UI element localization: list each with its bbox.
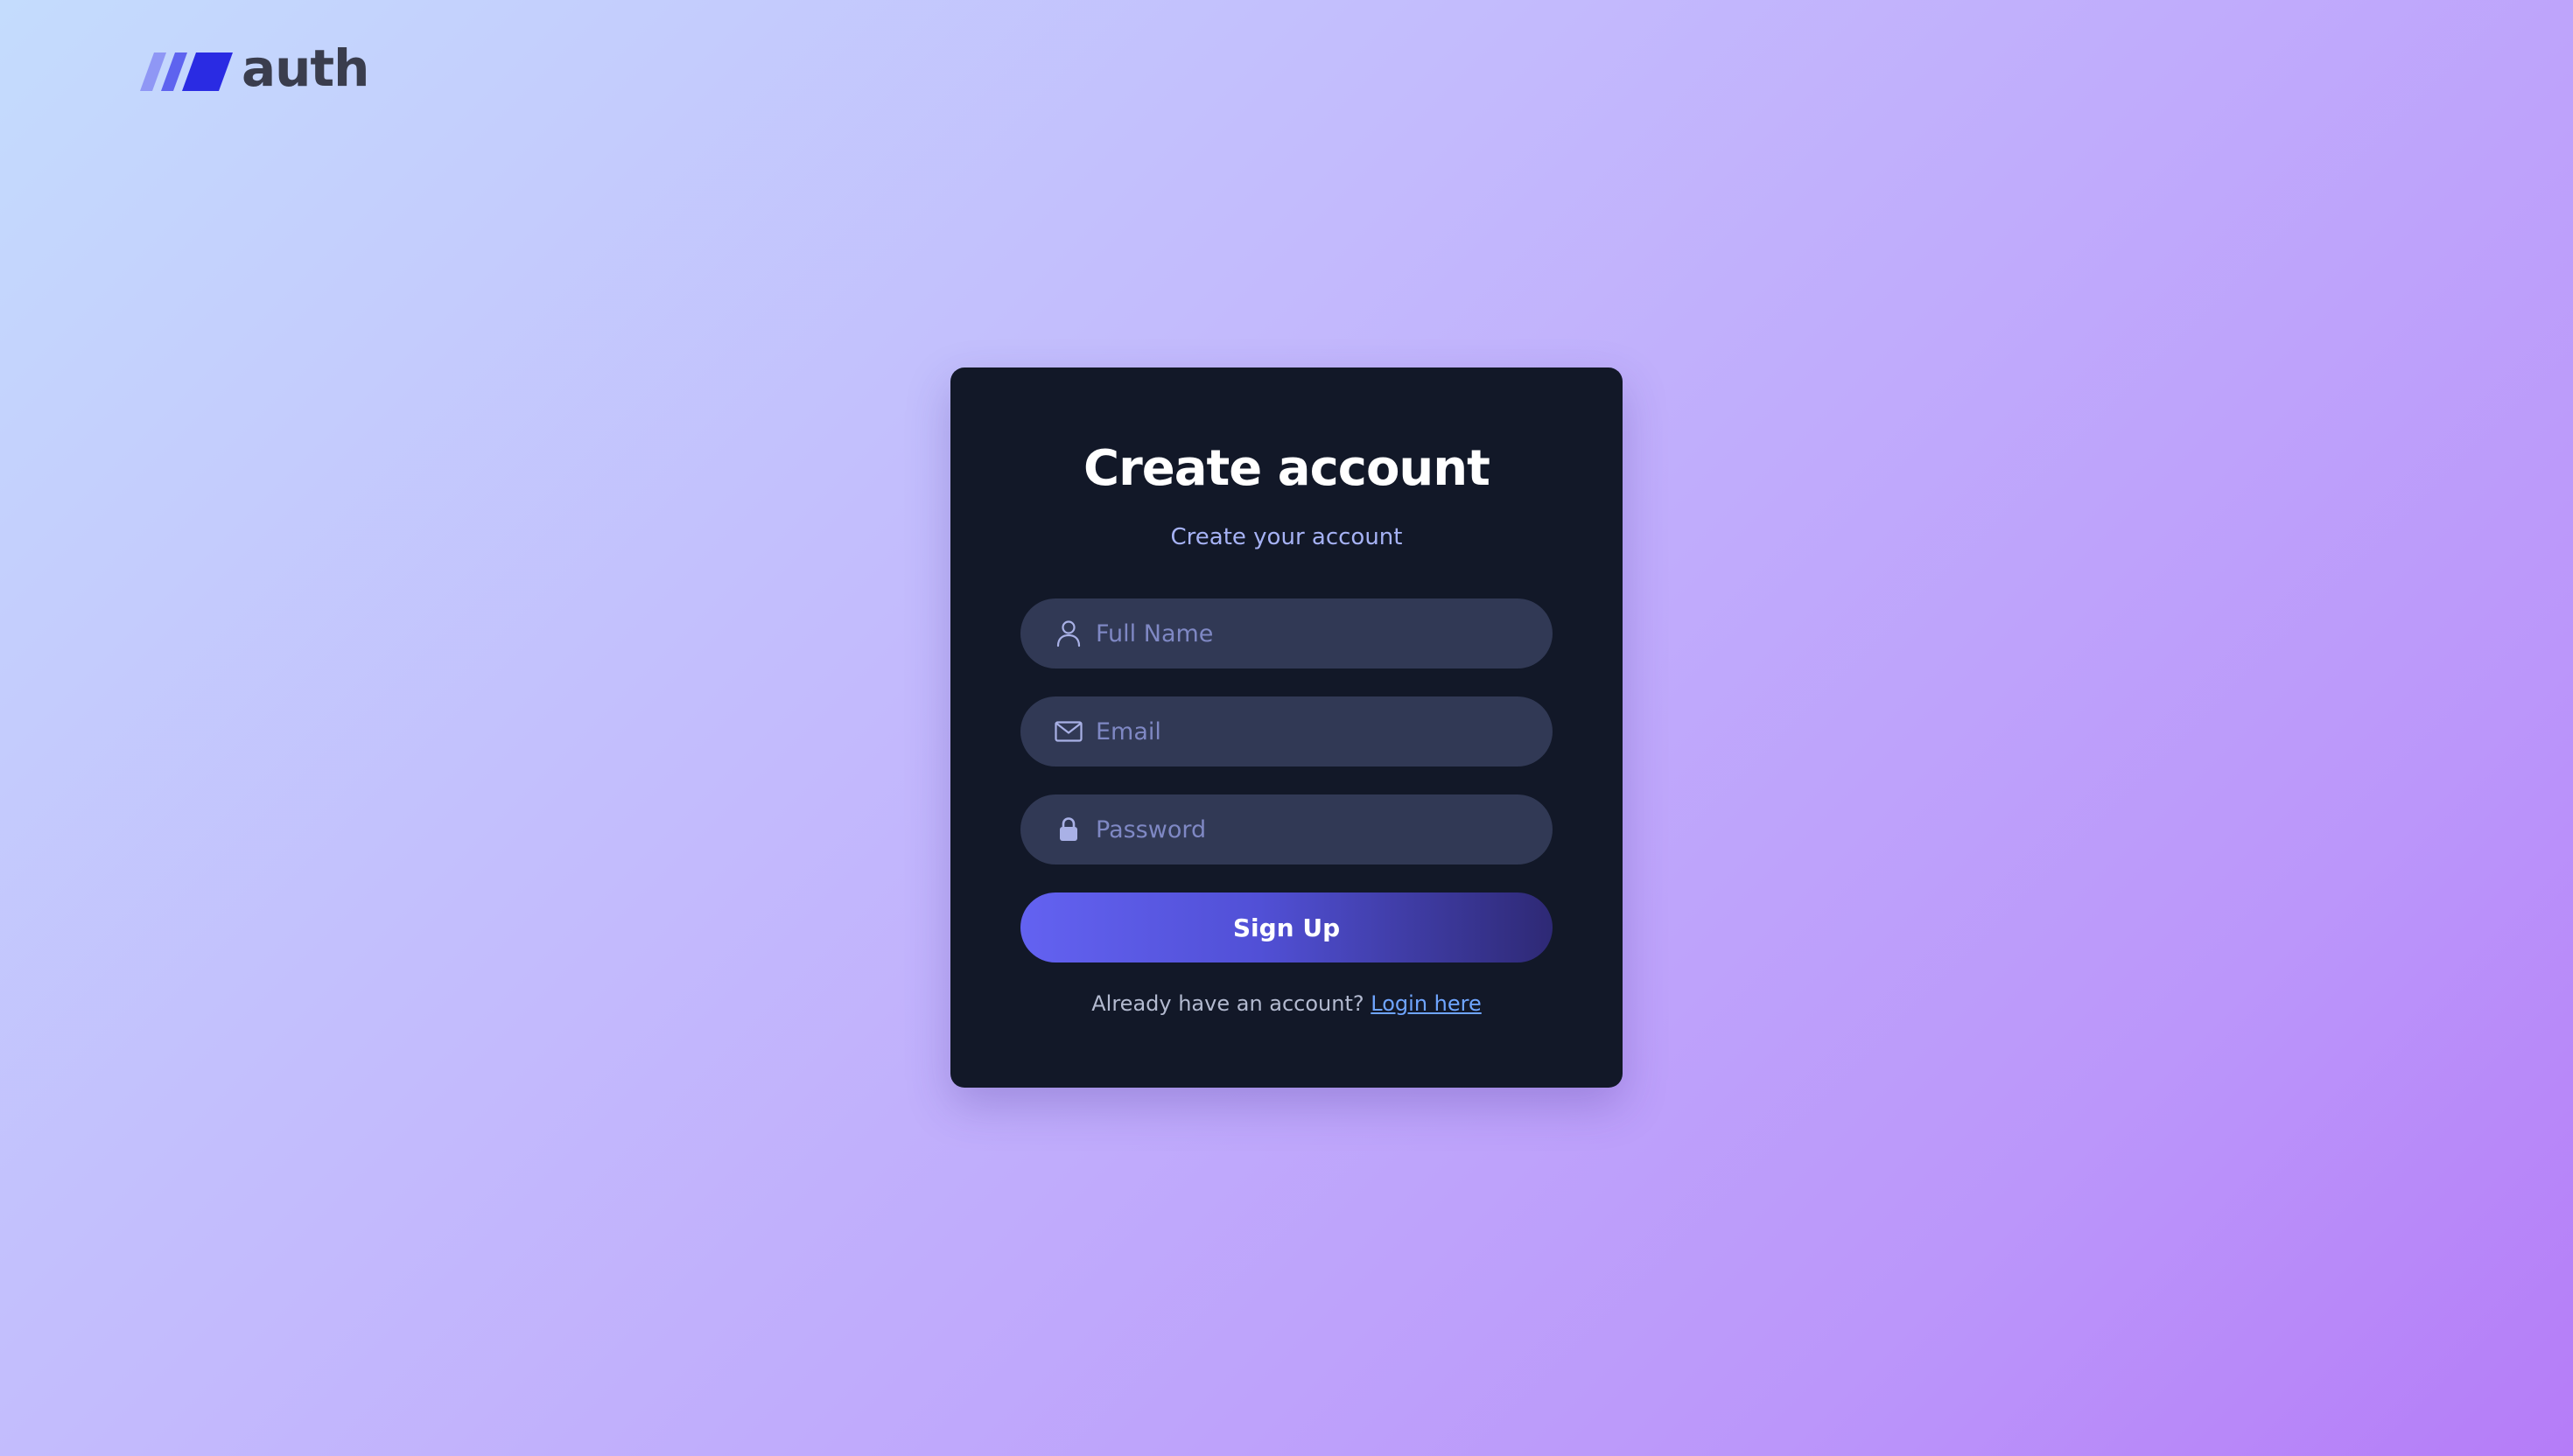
lock-icon bbox=[1054, 815, 1083, 844]
login-prompt-text: Already have an account? bbox=[1091, 991, 1364, 1016]
logo-stripes-icon bbox=[140, 52, 233, 91]
page-title: Create account bbox=[1083, 440, 1490, 497]
mail-icon bbox=[1054, 717, 1083, 746]
login-link[interactable]: Login here bbox=[1371, 991, 1481, 1016]
password-field[interactable] bbox=[1020, 794, 1553, 864]
brand-logo[interactable]: auth bbox=[140, 40, 369, 100]
sign-up-button[interactable]: Sign Up bbox=[1020, 892, 1553, 962]
login-prompt: Already have an account? Login here bbox=[950, 989, 1623, 1018]
full-name-input[interactable] bbox=[1096, 598, 1553, 668]
signup-card: Create account Create your account Full … bbox=[950, 368, 1623, 1088]
user-icon bbox=[1054, 619, 1083, 648]
page-subtitle: Create your account bbox=[1170, 524, 1403, 550]
full-name-field[interactable] bbox=[1020, 598, 1553, 668]
password-input[interactable] bbox=[1096, 794, 1553, 864]
brand-name: auth bbox=[242, 38, 369, 98]
email-input[interactable] bbox=[1096, 696, 1553, 766]
email-field[interactable] bbox=[1020, 696, 1553, 766]
